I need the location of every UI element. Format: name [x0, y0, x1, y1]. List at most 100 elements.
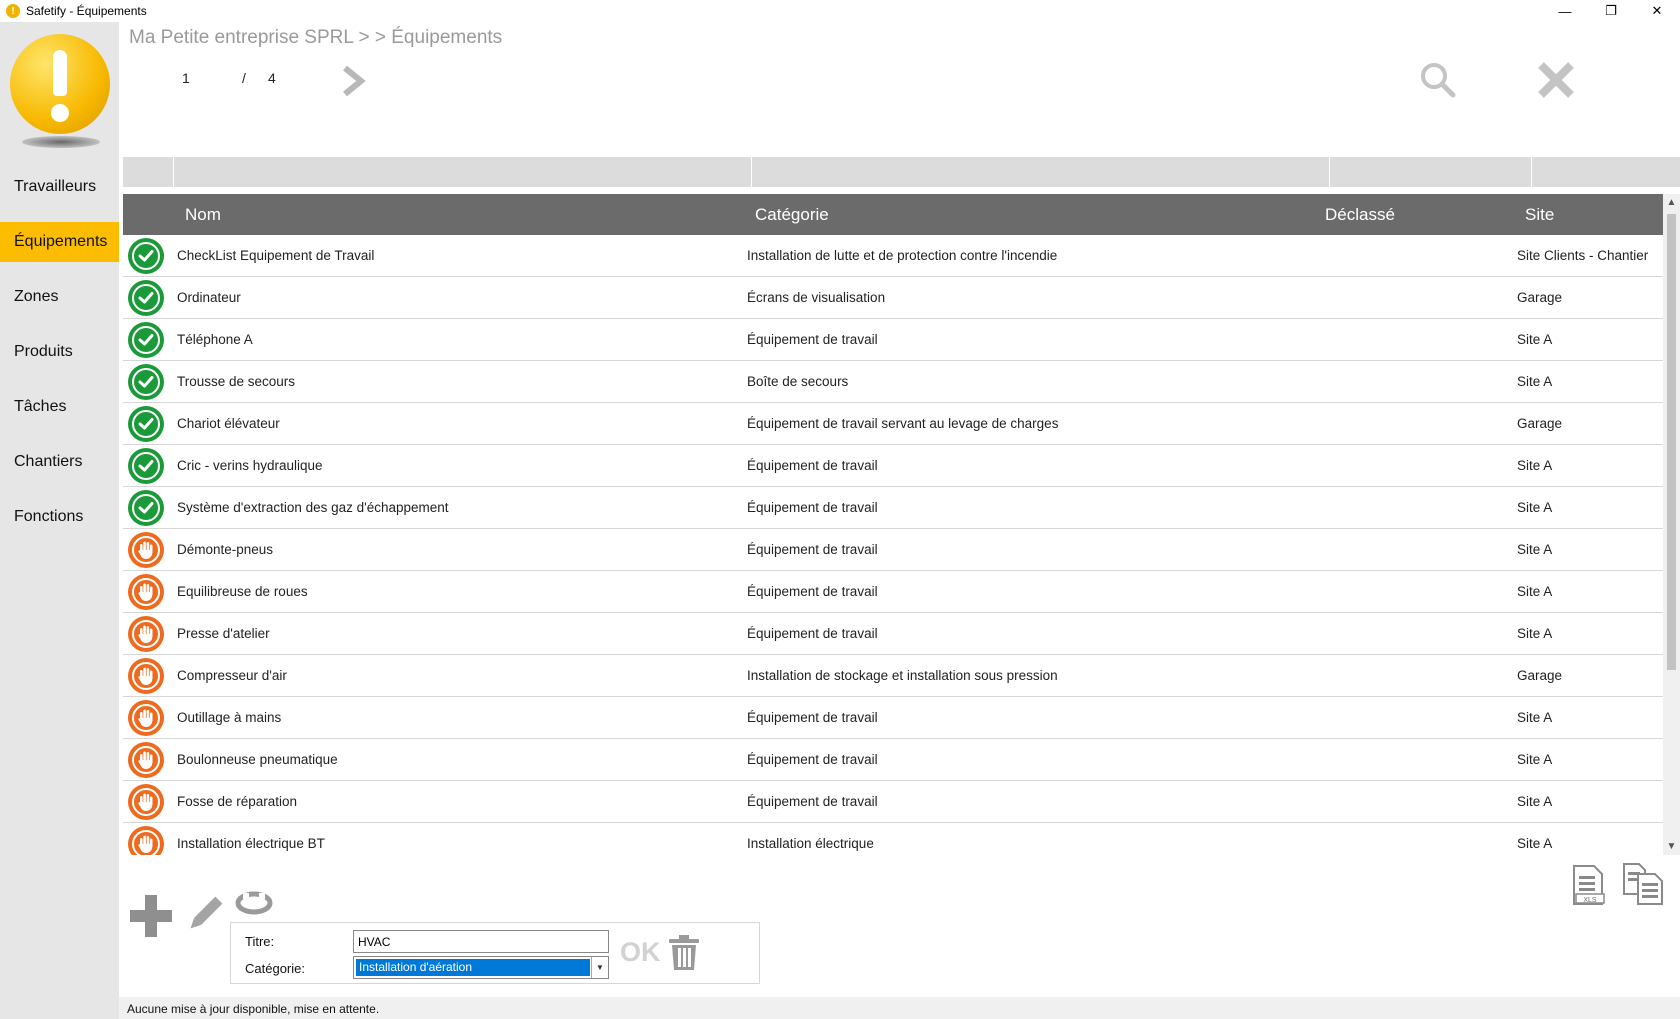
- table-row[interactable]: Système d'extraction des gaz d'échappeme…: [123, 487, 1663, 529]
- cell-site: Garage: [1517, 416, 1563, 431]
- table-row[interactable]: Compresseur d'air Installation de stockag…: [123, 655, 1663, 697]
- table-row[interactable]: Equilibreuse de roues Équipement de trava…: [123, 571, 1663, 613]
- title-bar: ! Safetify - Équipements — ❐ ✕: [0, 0, 1680, 22]
- pencil-icon[interactable]: [184, 894, 224, 936]
- check-icon: [138, 250, 154, 262]
- chevron-right-icon[interactable]: [339, 64, 369, 98]
- filter-bar[interactable]: [123, 157, 1680, 187]
- cell-categorie: Équipement de travail: [747, 584, 878, 599]
- status-badge: [128, 616, 164, 652]
- cell-nom: Système d'extraction des gaz d'échappeme…: [177, 500, 449, 515]
- sidebar-item-chantiers[interactable]: Chantiers: [0, 442, 119, 482]
- xls-export-icon[interactable]: XLS: [1570, 864, 1606, 906]
- column-header-site[interactable]: Site: [1525, 205, 1554, 225]
- cell-categorie: Boîte de secours: [747, 374, 849, 389]
- status-badge: [128, 364, 164, 400]
- categorie-selected-value: Installation d'aération: [356, 959, 590, 976]
- cell-site: Site A: [1517, 710, 1553, 725]
- sidebar-item-zones[interactable]: Zones: [0, 277, 119, 317]
- cell-site: Site A: [1517, 626, 1553, 641]
- window-title: Safetify - Équipements: [26, 4, 147, 18]
- status-badge: [128, 448, 164, 484]
- sidebar-item-produits[interactable]: Produits: [0, 332, 119, 372]
- status-badge: [128, 406, 164, 442]
- restore-button[interactable]: ❐: [1588, 0, 1634, 22]
- column-header-nom[interactable]: Nom: [185, 205, 221, 225]
- minimize-button[interactable]: —: [1542, 0, 1588, 22]
- scroll-thumb[interactable]: [1667, 214, 1676, 670]
- cell-nom: Equilibreuse de roues: [177, 584, 308, 599]
- hand-stop-icon: [138, 667, 153, 685]
- plus-icon[interactable]: [128, 893, 174, 939]
- table-row[interactable]: Trousse de secours Boîte de secours Site A: [123, 361, 1663, 403]
- sidebar: Travailleurs Équipements Zones Produits …: [0, 22, 119, 1019]
- svg-text:XLS: XLS: [1583, 897, 1597, 904]
- cell-site: Site A: [1517, 458, 1553, 473]
- table-row[interactable]: Outillage à mains Équipement de travail Si…: [123, 697, 1663, 739]
- status-badge: [128, 238, 164, 274]
- copy-documents-icon[interactable]: [1621, 862, 1665, 906]
- table-row[interactable]: Chariot élévateur Équipement de travail s…: [123, 403, 1663, 445]
- sidebar-item-taches[interactable]: Tâches: [0, 387, 119, 427]
- titre-label: Titre:: [245, 934, 275, 949]
- search-icon[interactable]: [1418, 60, 1458, 100]
- chevron-down-icon[interactable]: ▼: [591, 957, 608, 978]
- table-scrollbar[interactable]: ▲ ▼: [1663, 194, 1680, 855]
- table-row[interactable]: CheckList Equipement de Travail Installat…: [123, 235, 1663, 277]
- table-row[interactable]: Boulonneuse pneumatique Équipement de tra…: [123, 739, 1663, 781]
- table-row[interactable]: Installation électrique BT Installation é…: [123, 823, 1663, 855]
- cell-categorie: Équipement de travail: [747, 752, 878, 767]
- table-row[interactable]: Cric - verins hydraulique Équipement de t…: [123, 445, 1663, 487]
- sidebar-item-label: Zones: [14, 288, 59, 305]
- ok-button[interactable]: OK: [620, 937, 661, 968]
- scroll-up-icon[interactable]: ▲: [1663, 194, 1680, 211]
- cell-nom: Boulonneuse pneumatique: [177, 752, 338, 767]
- cell-nom: Ordinateur: [177, 290, 241, 305]
- cell-categorie: Écrans de visualisation: [747, 290, 886, 305]
- table-row[interactable]: Presse d'atelier Équipement de travail Sit…: [123, 613, 1663, 655]
- status-badge: [128, 490, 164, 526]
- cell-site: Site A: [1517, 752, 1553, 767]
- hand-stop-icon: [138, 709, 153, 727]
- status-badge: [128, 280, 164, 316]
- cell-site: Garage: [1517, 290, 1563, 305]
- sidebar-item-label: Tâches: [14, 398, 67, 415]
- categorie-select[interactable]: Installation d'aération ▼: [353, 956, 609, 979]
- hand-stop-icon: [138, 625, 153, 643]
- cell-site: Garage: [1517, 668, 1563, 683]
- table-row[interactable]: Téléphone A Équipement de travail Site A: [123, 319, 1663, 361]
- cell-site: Site A: [1517, 374, 1553, 389]
- cell-site: Site A: [1517, 500, 1553, 515]
- sidebar-item-travailleurs[interactable]: Travailleurs: [0, 167, 119, 207]
- table-row[interactable]: Ordinateur Écrans de visualisation Garage: [123, 277, 1663, 319]
- table-row[interactable]: Démonte-pneus Équipement de travail Site A: [123, 529, 1663, 571]
- trash-icon[interactable]: [667, 934, 701, 972]
- cell-nom: Démonte-pneus: [177, 542, 274, 557]
- scroll-down-icon[interactable]: ▼: [1663, 838, 1680, 855]
- hand-stop-icon: [138, 751, 153, 769]
- column-header-categorie[interactable]: Catégorie: [755, 205, 829, 225]
- hand-stop-icon: [138, 541, 153, 559]
- column-header-declasse[interactable]: Déclassé: [1325, 205, 1395, 225]
- status-badge: [128, 784, 164, 820]
- table-row[interactable]: Fosse de réparation Équipement de travail…: [123, 781, 1663, 823]
- cell-site: Site A: [1517, 836, 1553, 851]
- close-window-button[interactable]: ✕: [1634, 0, 1680, 22]
- window-controls: — ❐ ✕: [1542, 0, 1680, 22]
- cell-nom: Cric - verins hydraulique: [177, 458, 323, 473]
- sidebar-item-fonctions[interactable]: Fonctions: [0, 497, 119, 537]
- status-badge: [128, 658, 164, 694]
- cell-nom: Installation électrique BT: [177, 836, 325, 851]
- close-x-icon[interactable]: [1536, 60, 1576, 100]
- cell-nom: CheckList Equipement de Travail: [177, 248, 375, 263]
- sidebar-item-label: Chantiers: [14, 453, 83, 470]
- cell-categorie: Installation de stockage et installation…: [747, 668, 1058, 683]
- titre-input[interactable]: [353, 930, 609, 953]
- cell-site: Site A: [1517, 332, 1553, 347]
- cell-categorie: Équipement de travail: [747, 794, 878, 809]
- cell-categorie: Installation de lutte et de protection c…: [747, 248, 1058, 263]
- lifebuoy-icon[interactable]: [235, 889, 273, 917]
- sidebar-item-equipements[interactable]: Équipements: [0, 222, 119, 262]
- page-current[interactable]: 1: [182, 70, 190, 86]
- hand-stop-icon: [138, 793, 153, 811]
